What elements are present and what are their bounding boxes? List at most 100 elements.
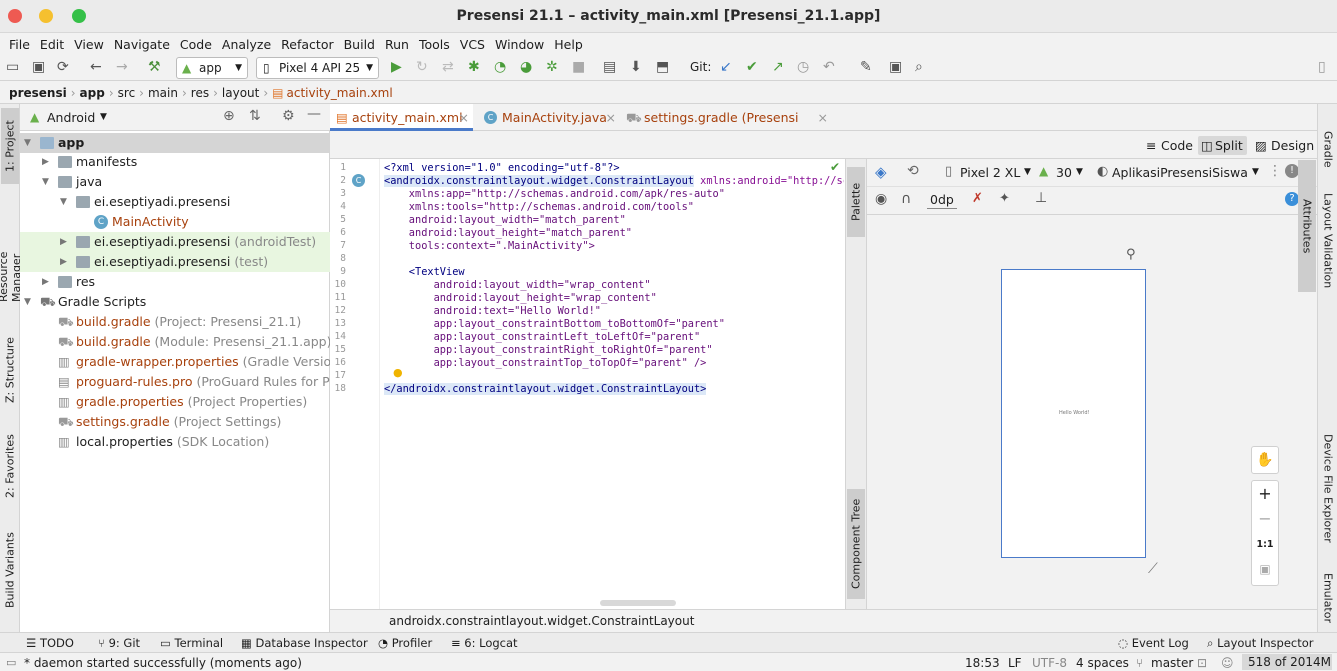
code-editor[interactable]: 1 2 3 4 5 6 7 8 9 10 11 12 13 14 15 16 1… <box>330 159 845 609</box>
line-separator[interactable]: LF <box>1008 656 1022 670</box>
infer-constraints-icon[interactable]: ✦ <box>999 191 1010 206</box>
pan-hand-button[interactable]: ✋ <box>1251 446 1279 474</box>
breadcrumb-file[interactable]: activity_main.xml <box>287 86 393 100</box>
menu-run[interactable]: Run <box>380 37 414 52</box>
debug-attach-icon[interactable]: ✲ <box>546 59 558 75</box>
tree-item-mainactivity[interactable]: C MainActivity <box>20 212 330 232</box>
tree-item-settings-gradle[interactable]: ⛟ settings.gradle (Project Settings) <box>20 412 330 432</box>
horizontal-scrollbar[interactable] <box>600 600 676 606</box>
device-preview[interactable]: Hello World! <box>1001 269 1146 558</box>
expand-arrow-icon[interactable]: ▶ <box>60 232 67 252</box>
design-view-button[interactable]: ▨ Design <box>1254 136 1314 155</box>
apply-changes-icon[interactable]: ↻ <box>416 59 428 75</box>
forward-icon[interactable]: → <box>116 59 128 75</box>
guidelines-icon[interactable]: ⊥ <box>1035 190 1047 206</box>
preview-hello-text[interactable]: Hello World! <box>1059 410 1090 416</box>
breadcrumb-presensi[interactable]: presensi <box>9 86 67 100</box>
class-gutter-icon[interactable]: C <box>352 174 365 187</box>
tab-favorites[interactable]: 2: Favorites <box>1 432 19 500</box>
tab-structure[interactable]: Z: Structure <box>1 336 19 404</box>
tab-project[interactable]: 1: Project <box>1 108 19 184</box>
tab-gradle[interactable]: Gradle <box>1319 124 1337 174</box>
indent-setting[interactable]: 4 spaces <box>1076 656 1129 670</box>
git-push-icon[interactable]: ↗ <box>772 59 784 75</box>
tab-resource-manager[interactable]: Resource Manager <box>0 200 23 302</box>
tree-item-local-properties[interactable]: ▥ local.properties (SDK Location) <box>20 432 330 452</box>
tree-item-gradle-properties[interactable]: ▥ gradle.properties (Project Properties) <box>20 392 330 412</box>
debug-icon[interactable]: ✱ <box>468 59 480 75</box>
tree-item-package-androidtest[interactable]: ▶ ei.eseptiyadi.presensi (androidTest) <box>20 232 330 252</box>
sdk-manager-icon[interactable]: ⬇ <box>630 59 642 75</box>
zoom-actual-size-button[interactable]: 1:1 <box>1252 539 1278 550</box>
tree-item-res[interactable]: ▶ res <box>20 272 330 292</box>
menu-edit[interactable]: Edit <box>35 37 69 52</box>
tree-item-proguard[interactable]: ▤ proguard-rules.pro (ProGuard Rules for… <box>20 372 330 392</box>
close-icon[interactable]: × <box>818 104 828 131</box>
project-structure-icon[interactable]: ⬒ <box>656 59 669 75</box>
tab-attributes[interactable]: Attributes <box>1298 160 1316 292</box>
layout-icon[interactable]: ▣ <box>889 59 902 75</box>
git-commit-icon[interactable]: ✔ <box>746 59 758 75</box>
device-select[interactable]: ▯ Pixel 4 API 25 ▼ <box>256 57 379 79</box>
default-margin-select[interactable]: 0dp <box>927 190 957 209</box>
chevron-down-icon[interactable]: ▼ <box>1024 167 1031 177</box>
gear-icon[interactable]: ⚙ <box>282 108 295 124</box>
expand-arrow-icon[interactable]: ▼ <box>24 292 31 312</box>
tab-activity-main-xml[interactable]: ▤ activity_main.xml × <box>330 104 473 131</box>
api-level-select[interactable]: 30 <box>1056 165 1072 180</box>
run-icon[interactable]: ▶ <box>391 59 402 75</box>
more-options-icon[interactable]: ⋮ <box>1268 163 1282 179</box>
tree-item-manifests[interactable]: ▶ manifests <box>20 152 330 172</box>
lock-icon[interactable]: ⊡ <box>1197 656 1207 670</box>
toolbar-overflow-icon[interactable]: ▯ <box>1318 59 1326 75</box>
breadcrumb-layout[interactable]: layout <box>222 86 259 100</box>
tree-item-java[interactable]: ▼ java <box>20 172 330 192</box>
expand-arrow-icon[interactable]: ▼ <box>42 172 49 192</box>
memory-indicator[interactable]: 518 of 2014M <box>1242 654 1332 670</box>
tree-item-app[interactable]: ▼ app <box>20 133 330 153</box>
chevron-down-icon[interactable]: ▼ <box>1252 167 1259 177</box>
locate-icon[interactable]: ⊕ <box>223 108 235 124</box>
zoom-to-fit-button[interactable]: ▣ <box>1252 562 1278 576</box>
settings-wrench-icon[interactable]: ✎ <box>860 59 872 75</box>
chevron-down-icon[interactable]: ▼ <box>100 112 107 122</box>
event-log-button[interactable]: ◌ Event Log <box>1118 636 1189 650</box>
expand-arrow-icon[interactable]: ▼ <box>24 133 31 153</box>
close-icon[interactable]: × <box>606 104 616 131</box>
menu-window[interactable]: Window <box>490 37 549 52</box>
tree-item-build-gradle-module[interactable]: ⛟ build.gradle (Module: Presensi_21.1.ap… <box>20 332 330 352</box>
inspector-icon[interactable]: ☺ <box>1221 656 1234 670</box>
terminal-tool-button[interactable]: ▭ Terminal <box>160 636 223 650</box>
zoom-out-button[interactable]: − <box>1252 509 1278 528</box>
logcat-tool-button[interactable]: ≡ 6: Logcat <box>451 636 518 650</box>
theme-select[interactable]: AplikasiPresensiSiswa <box>1112 165 1248 180</box>
warning-icon[interactable]: ! <box>1285 164 1299 178</box>
menu-vcs[interactable]: VCS <box>455 37 490 52</box>
tree-item-build-gradle-project[interactable]: ⛟ build.gradle (Project: Presensi_21.1) <box>20 312 330 332</box>
menu-refactor[interactable]: Refactor <box>276 37 338 52</box>
tab-build-variants[interactable]: Build Variants <box>1 530 19 610</box>
menu-code[interactable]: Code <box>175 37 217 52</box>
split-view-button[interactable]: ◫ Split <box>1198 136 1247 155</box>
tree-item-package-main[interactable]: ▼ ei.eseptiyadi.presensi <box>20 192 330 212</box>
eye-icon[interactable]: ◉ <box>875 191 887 207</box>
tree-item-package-test[interactable]: ▶ ei.eseptiyadi.presensi (test) <box>20 252 330 272</box>
code-view-button[interactable]: ≡ Code <box>1144 136 1193 155</box>
menu-tools[interactable]: Tools <box>414 37 455 52</box>
git-tool-button[interactable]: ⑂ 9: Git <box>98 636 140 650</box>
collapse-all-icon[interactable]: ⇅ <box>249 108 261 124</box>
panel-toggle-icon[interactable]: ▭ <box>6 656 16 669</box>
build-hammer-icon[interactable]: ⚒ <box>148 59 161 75</box>
git-update-icon[interactable]: ↙ <box>720 59 732 75</box>
xml-path-breadcrumb[interactable]: androidx.constraintlayout.widget.Constra… <box>389 614 694 628</box>
open-folder-icon[interactable]: ▭ <box>6 59 19 75</box>
chevron-down-icon[interactable]: ▼ <box>1076 167 1083 177</box>
resize-handle-icon[interactable]: ⟋ <box>1148 561 1158 577</box>
history-icon[interactable]: ◷ <box>797 59 809 75</box>
menu-file[interactable]: File <box>4 37 35 52</box>
menu-view[interactable]: View <box>69 37 109 52</box>
apply-code-changes-icon[interactable]: ⇄ <box>442 59 454 75</box>
tree-item-gradle-wrapper[interactable]: ▥ gradle-wrapper.properties (Gradle Vers… <box>20 352 330 372</box>
expand-arrow-icon[interactable]: ▶ <box>42 152 49 172</box>
attach-debugger-icon[interactable]: ◕ <box>520 59 532 75</box>
